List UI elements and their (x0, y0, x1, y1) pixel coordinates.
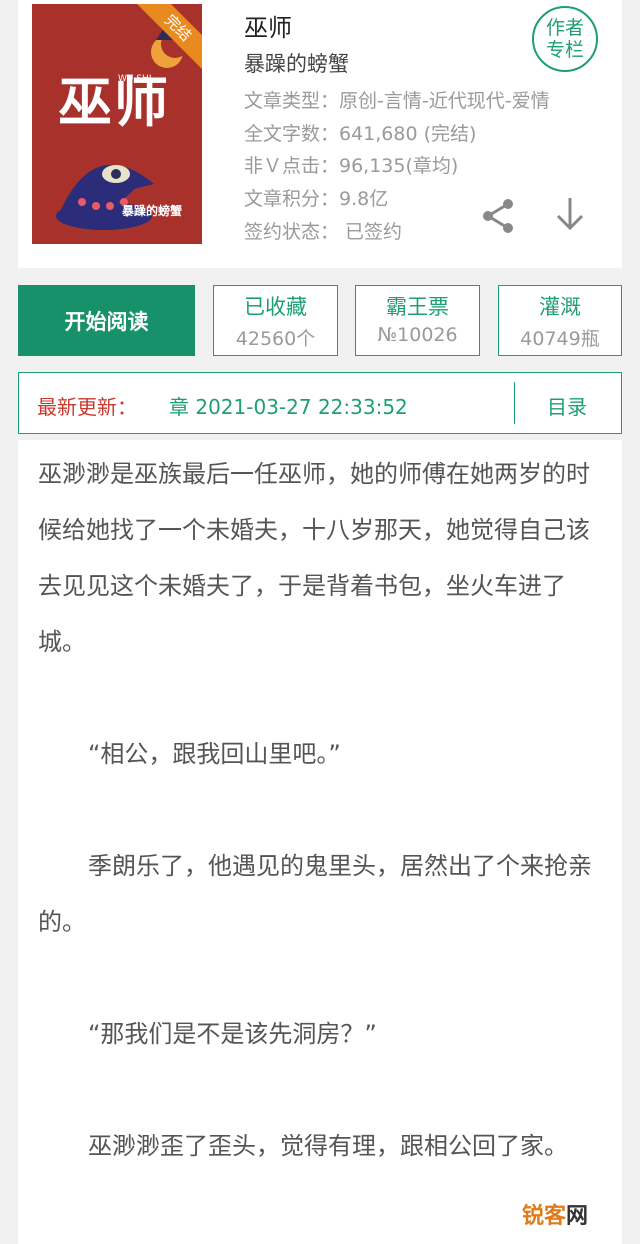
irrigate-button[interactable]: 灌溉 40749瓶 (498, 285, 622, 356)
favorite-label: 已收藏 (244, 295, 307, 319)
cover-title: 巫师 (58, 70, 170, 134)
watermark-part-b: 网 (566, 1204, 589, 1229)
book-author[interactable]: 暴躁的螃蟹 (244, 48, 349, 78)
book-title: 巫师 (244, 14, 292, 42)
synopsis-paragraph: “相公，跟我回山里吧。” (88, 740, 341, 768)
book-info-card: 完结 巫师 WU SHI 暴躁的螃蟹 巫师 暴躁的螃蟹 文章类型：原创-言情-近… (18, 0, 622, 268)
author-column-button[interactable]: 作者专栏 (532, 6, 598, 72)
irrigate-count: 40749瓶 (520, 328, 600, 350)
synopsis: 巫渺渺是巫族最后一任巫师，她的师傅在她两岁的时候给她找了一个未婚夫，十八岁那天，… (18, 440, 622, 1244)
synopsis-paragraph: “那我们是不是该先洞房？” (88, 1020, 377, 1048)
update-label: 最新更新： (37, 395, 137, 419)
meta-contract: 签约状态： 已签约 (244, 221, 403, 243)
synopsis-paragraph: 巫渺渺歪了歪头，觉得有理，跟相公回了家。 (88, 1132, 568, 1160)
download-icon[interactable] (554, 194, 586, 234)
update-content[interactable]: 章 2021-03-27 22:33:52 (169, 391, 408, 420)
tickets-button[interactable]: 霸王票 №10026 (355, 285, 480, 356)
table-of-contents-link[interactable]: 目录 (547, 391, 587, 420)
meta-word-count: 全文字数：641,680 (完结) (244, 123, 477, 145)
cover-subtitle: WU SHI (118, 74, 152, 84)
tickets-count: №10026 (377, 324, 458, 346)
site-watermark: 锐客网 (518, 1198, 593, 1230)
share-icon[interactable] (478, 196, 518, 236)
meta-score: 文章积分：9.8亿 (244, 188, 389, 210)
meta-clicks: 非Ｖ点击：96,135(章均) (244, 155, 459, 177)
irrigate-label: 灌溉 (539, 295, 581, 319)
cover-author: 暴躁的螃蟹 (122, 204, 183, 218)
synopsis-paragraph: 巫渺渺是巫族最后一任巫师，她的师傅在她两岁的时候给她找了一个未婚夫，十八岁那天，… (38, 460, 590, 656)
witch-hat-icon (56, 164, 154, 230)
meta-type: 文章类型：原创-言情-近代现代-爱情 (244, 90, 550, 112)
start-reading-button[interactable]: 开始阅读 (18, 285, 195, 356)
tickets-label: 霸王票 (386, 295, 449, 319)
divider (514, 382, 515, 424)
watermark-part-a: 锐客 (522, 1204, 567, 1229)
book-cover[interactable]: 完结 巫师 WU SHI 暴躁的螃蟹 (32, 4, 202, 244)
latest-update-bar[interactable]: 最新更新： 章 2021-03-27 22:33:52 目录 (18, 372, 622, 434)
favorite-count: 42560个 (235, 328, 316, 350)
favorite-button[interactable]: 已收藏 42560个 (213, 285, 338, 356)
synopsis-paragraph: 季朗乐了，他遇见的鬼里头，居然出了个来抢亲的。 (38, 852, 592, 936)
